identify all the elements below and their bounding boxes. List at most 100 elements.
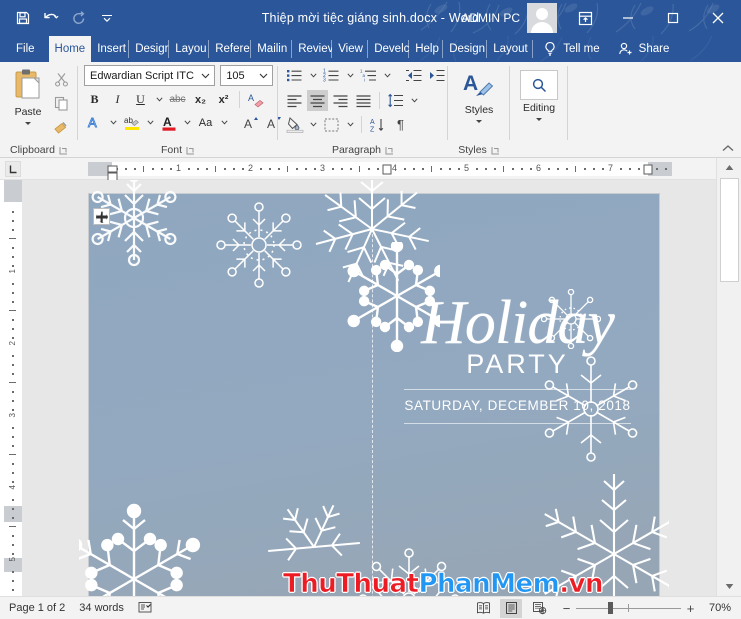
avatar[interactable] (527, 3, 557, 33)
center-tab-marker[interactable] (382, 162, 392, 180)
line-spacing-button[interactable] (385, 90, 406, 111)
tab-stop-selector[interactable] (5, 161, 21, 177)
tab-file[interactable]: File (0, 36, 49, 62)
tab-home[interactable]: Home (48, 36, 92, 62)
zoom-track[interactable] (576, 602, 681, 614)
editing-button[interactable]: Editing (513, 66, 565, 121)
text-highlight-color-button[interactable]: ab (121, 112, 142, 133)
document-page[interactable]: Holiday PARTY SATURDAY, DECEMBER 10, 201… (79, 180, 669, 596)
paste-button[interactable]: Paste (6, 66, 50, 125)
decrease-indent-button[interactable] (403, 65, 424, 86)
chevron-down-icon[interactable] (25, 122, 31, 125)
vertical-ruler[interactable]: 1 2 3 4 5 (4, 180, 22, 596)
underline-chevron-down-icon[interactable] (153, 89, 165, 110)
clipboard-dialog-launcher-icon[interactable] (59, 146, 68, 155)
font-name-combo[interactable]: Edwardian Script ITC (84, 65, 216, 86)
superscript-button[interactable]: x² (213, 89, 234, 110)
chevron-down-icon[interactable] (476, 120, 482, 123)
tab-review[interactable]: Reviev (292, 36, 333, 62)
numbering-chevron-down-icon[interactable] (344, 65, 356, 86)
close-icon[interactable] (695, 0, 741, 36)
minimize-icon[interactable] (605, 0, 650, 36)
right-indent-marker[interactable] (643, 162, 653, 180)
justify-button[interactable] (353, 90, 374, 111)
redo-icon[interactable] (66, 5, 92, 31)
font-dialog-launcher-icon[interactable] (186, 146, 195, 155)
chevron-down-icon[interactable] (256, 73, 270, 79)
chevron-down-icon[interactable] (198, 73, 212, 79)
change-case-button[interactable]: Aa (195, 112, 216, 133)
font-size-combo[interactable]: 105 (220, 65, 273, 86)
sort-button[interactable]: A Z (367, 114, 388, 135)
tab-table-layout[interactable]: Layout (487, 36, 534, 62)
zoom-out-button[interactable]: − (562, 601, 571, 616)
text-effects-button[interactable]: A (84, 112, 105, 133)
align-left-button[interactable] (284, 90, 305, 111)
collapse-ribbon-icon[interactable] (721, 141, 735, 155)
horizontal-ruler[interactable]: 1 2 3 4 5 6 7 (0, 158, 741, 182)
save-icon[interactable] (10, 5, 36, 31)
tab-table-design[interactable]: Design (443, 36, 488, 62)
clear-formatting-button[interactable]: A (245, 89, 266, 110)
font-color-chevron-down-icon[interactable] (181, 112, 193, 133)
italic-button[interactable]: I (107, 89, 128, 110)
proofing-errors-icon[interactable] (138, 600, 152, 617)
zoom-in-button[interactable]: + (686, 601, 695, 616)
grow-font-button[interactable]: A (240, 112, 261, 133)
scrollbar-thumb[interactable] (720, 178, 739, 282)
tab-help[interactable]: Help (409, 36, 444, 62)
align-right-button[interactable] (330, 90, 351, 111)
word-count-status[interactable]: 34 words (79, 602, 124, 614)
print-layout-view-button[interactable] (500, 598, 522, 618)
account-area[interactable]: ADMIN PC (461, 3, 557, 33)
tab-design-doc[interactable]: Desigr (129, 36, 170, 62)
move-object-handle[interactable] (93, 208, 110, 225)
increase-indent-button[interactable] (426, 65, 447, 86)
bullets-chevron-down-icon[interactable] (307, 65, 319, 86)
line-spacing-chevron-down-icon[interactable] (408, 90, 420, 111)
change-case-chevron-down-icon[interactable] (218, 112, 230, 133)
copy-icon[interactable] (50, 93, 72, 113)
paragraph-dialog-launcher-icon[interactable] (385, 146, 394, 155)
multilevel-list-button[interactable]: 1ai (358, 65, 379, 86)
bullets-button[interactable] (284, 65, 305, 86)
borders-chevron-down-icon[interactable] (344, 114, 356, 135)
align-center-button[interactable] (307, 90, 328, 111)
borders-button[interactable] (321, 114, 342, 135)
scroll-up-icon[interactable] (717, 158, 741, 177)
show-formatting-marks-button[interactable]: ¶ (390, 114, 411, 135)
styles-dialog-launcher-icon[interactable] (491, 146, 500, 155)
web-layout-view-button[interactable] (528, 599, 550, 618)
zoom-slider[interactable]: − + (562, 601, 695, 616)
customize-qat-icon[interactable] (94, 5, 120, 31)
chevron-down-icon[interactable] (536, 118, 542, 121)
styles-button[interactable]: A Styles (453, 66, 505, 123)
tab-layout-doc[interactable]: Layou (169, 36, 210, 62)
undo-icon[interactable] (38, 5, 64, 31)
tab-insert[interactable]: Insert (91, 36, 130, 62)
vertical-scrollbar[interactable] (716, 158, 741, 596)
strikethrough-button[interactable]: abc (167, 89, 188, 110)
card-text-block[interactable]: Holiday PARTY SATURDAY, DECEMBER 10, 201… (376, 292, 659, 424)
zoom-thumb[interactable] (608, 602, 613, 614)
text-effects-chevron-down-icon[interactable] (107, 112, 119, 133)
highlight-chevron-down-icon[interactable] (144, 112, 156, 133)
restore-icon[interactable] (650, 0, 695, 36)
format-painter-icon[interactable] (50, 117, 72, 137)
ribbon-display-options-icon[interactable] (565, 0, 605, 36)
scroll-down-icon[interactable] (717, 577, 741, 596)
tell-me[interactable]: Tell me (543, 36, 600, 62)
tab-developer[interactable]: Develc (368, 36, 410, 62)
shading-button[interactable] (284, 114, 305, 135)
page-number-status[interactable]: Page 1 of 2 (9, 602, 65, 614)
bold-button[interactable]: B (84, 89, 105, 110)
tab-references[interactable]: Refere (209, 36, 252, 62)
subscript-button[interactable]: x₂ (190, 89, 211, 110)
shading-chevron-down-icon[interactable] (307, 114, 319, 135)
underline-button[interactable]: U (130, 89, 151, 110)
share-button[interactable]: Share (618, 36, 669, 62)
numbering-button[interactable]: 123 (321, 65, 342, 86)
multilevel-chevron-down-icon[interactable] (381, 65, 393, 86)
font-color-button[interactable]: A (158, 112, 179, 133)
tab-mailings[interactable]: Mailin (251, 36, 293, 62)
